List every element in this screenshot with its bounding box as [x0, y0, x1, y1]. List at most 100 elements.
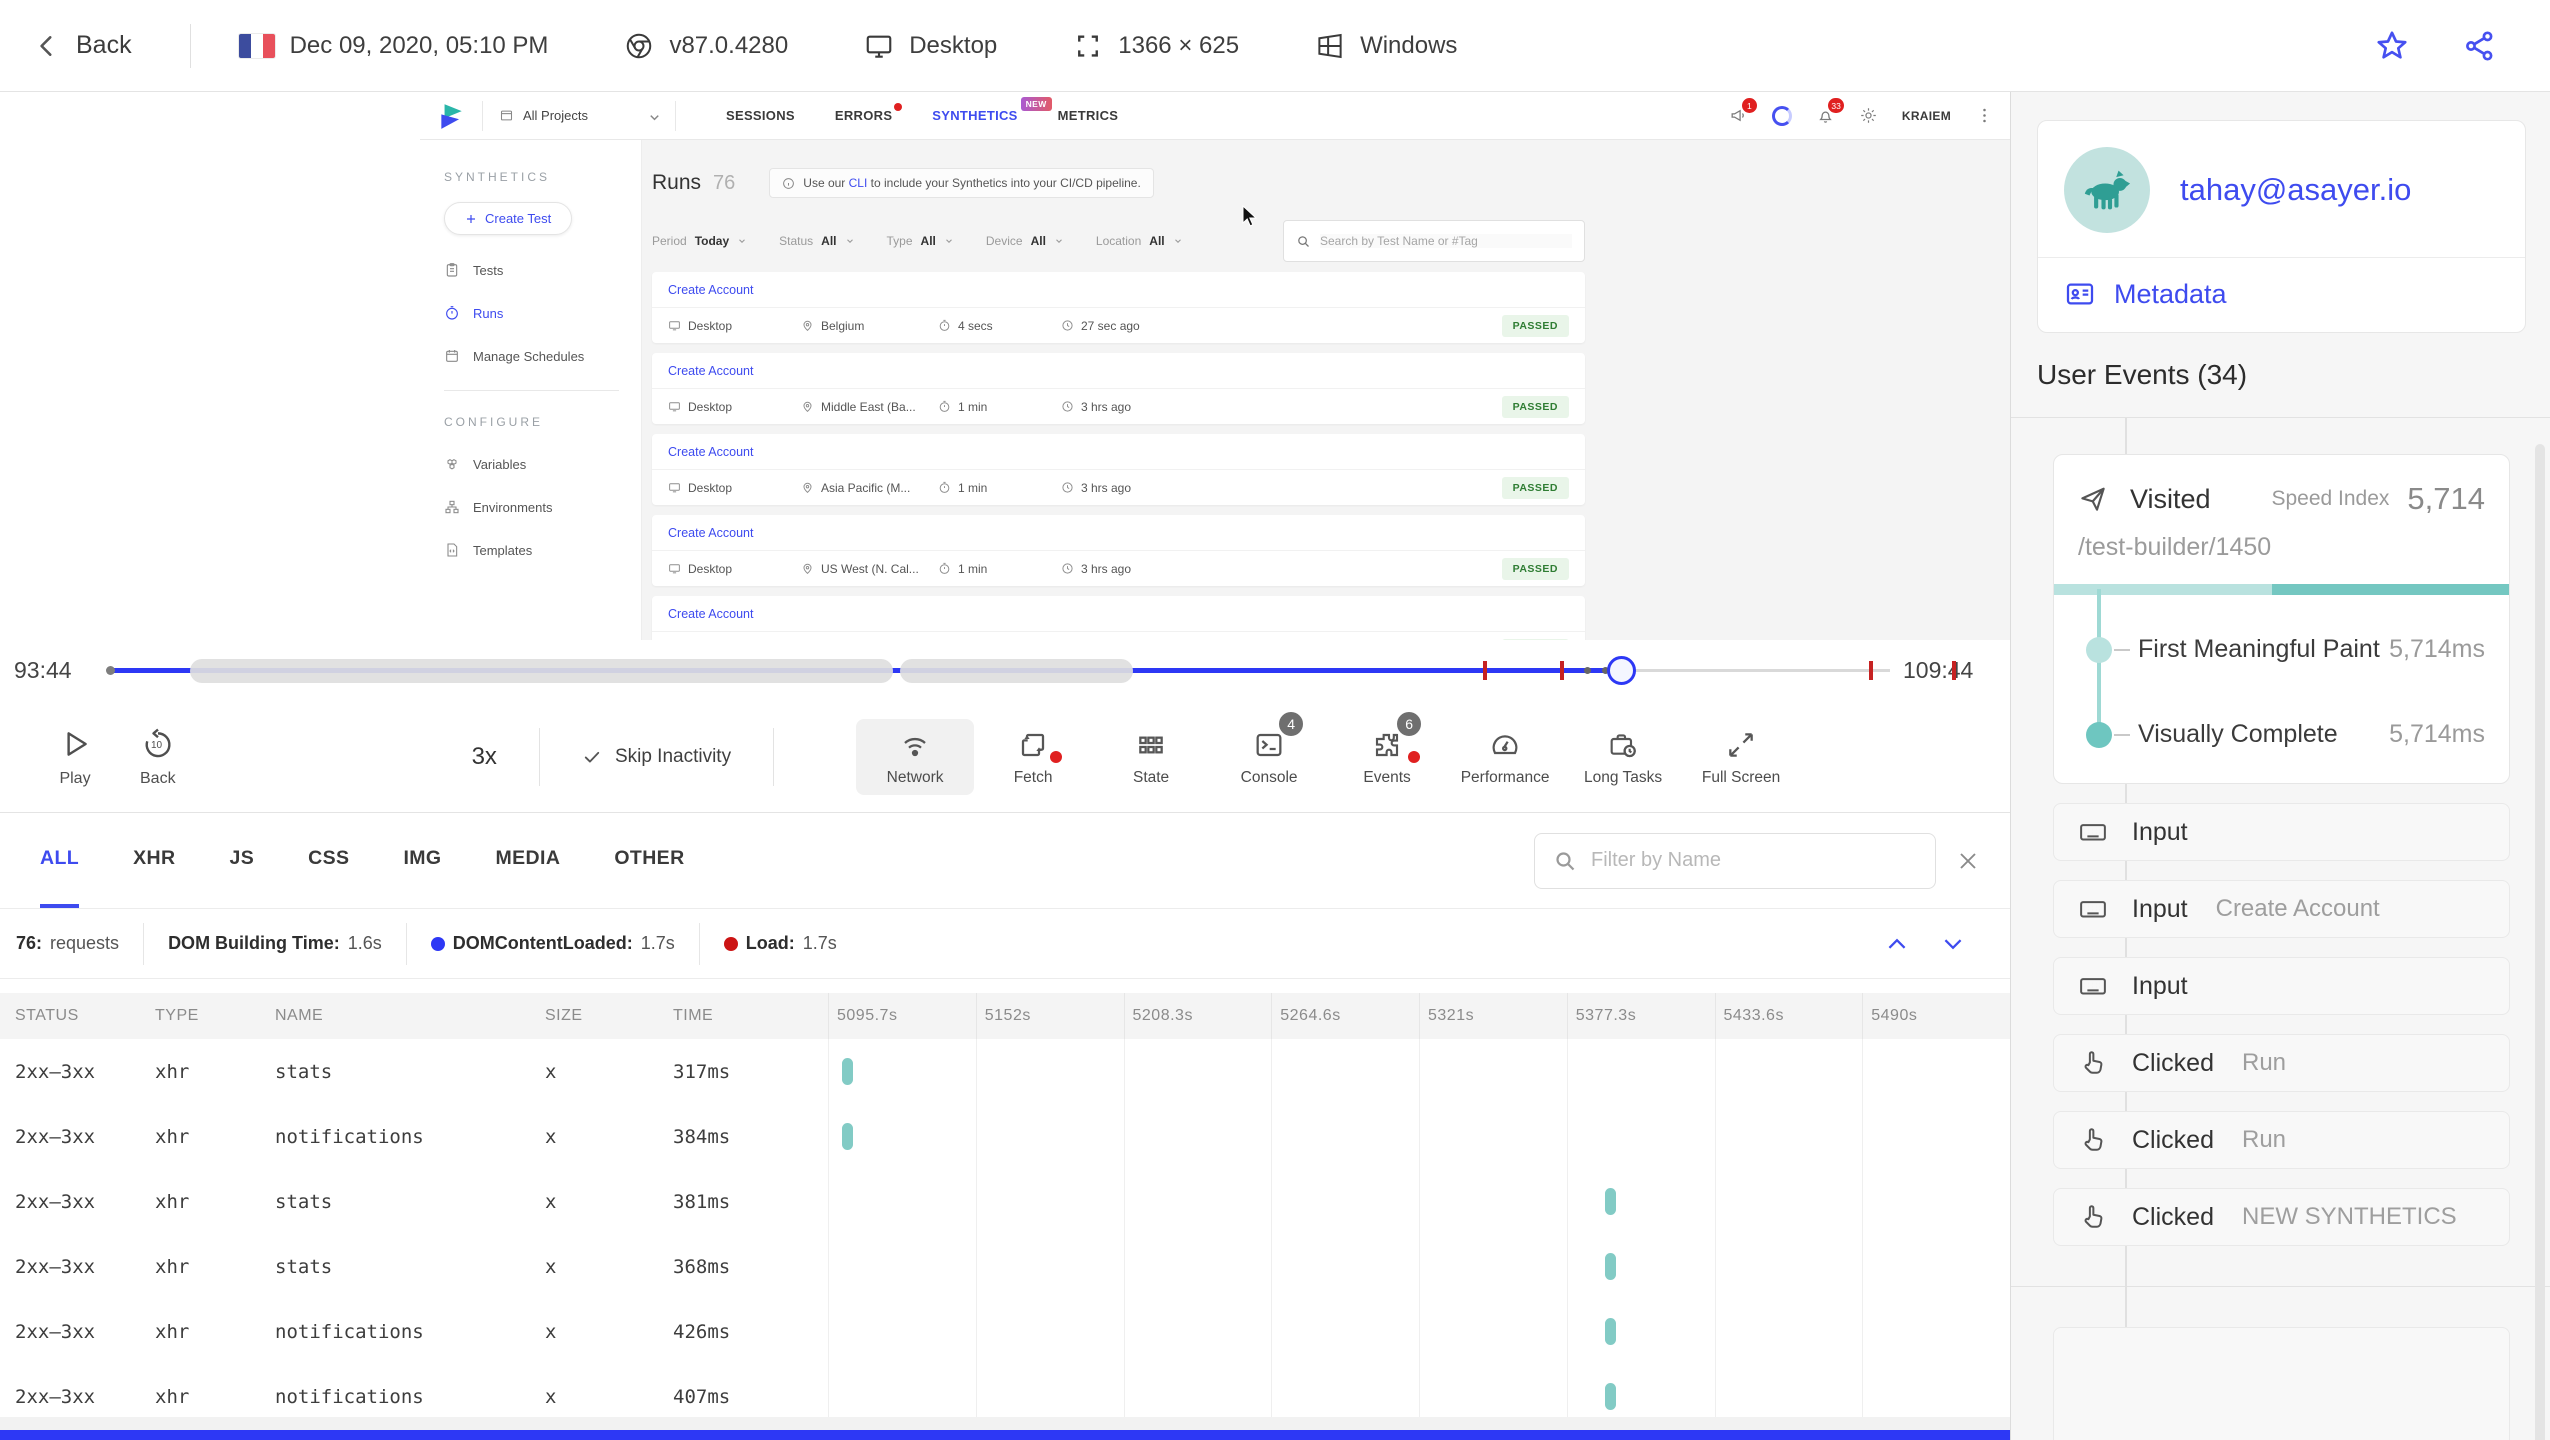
metadata-button[interactable]: Metadata [2038, 258, 2525, 332]
network-row[interactable]: 2xx–3xx xhr notifications x 384ms [0, 1104, 2010, 1169]
request-timing-mark [842, 1058, 853, 1085]
horizontal-scrollbar[interactable] [0, 1417, 2010, 1430]
network-row[interactable]: 2xx–3xx xhr stats x 381ms [0, 1169, 2010, 1234]
request-timing-mark [1604, 1253, 1616, 1280]
event-card-input[interactable]: Input [2053, 803, 2510, 861]
playhead-handle[interactable] [1607, 656, 1636, 685]
share-icon [2462, 28, 2498, 64]
chevron-left-icon [34, 33, 60, 59]
panel-button-state[interactable]: State [1092, 719, 1210, 795]
divider [189, 23, 191, 68]
clipboard-icon [444, 262, 460, 278]
metrics-connector-line [2097, 589, 2101, 739]
network-tab-js[interactable]: JS [229, 813, 254, 908]
screen-resolution: 1366 × 625 [1073, 31, 1239, 61]
time-col: 5095.7s [828, 993, 976, 1039]
event-card-clicked[interactable]: Clicked Run [2053, 1111, 2510, 1169]
visited-event-card[interactable]: Visited Speed Index 5,714 /test-builder/… [2053, 454, 2510, 784]
filter-by-name-input[interactable] [1534, 832, 1936, 889]
new-badge: NEW [1020, 97, 1052, 111]
panel-button-network[interactable]: Network [856, 719, 975, 795]
favorite-button[interactable] [2374, 28, 2410, 64]
panel-accent-bar [0, 1430, 2010, 1440]
panel-button-fetch[interactable]: Fetch [974, 719, 1092, 795]
runs-filters: Period Today Status All Type All Device All … [652, 220, 1585, 262]
tab-metrics: METRICS [1057, 108, 1119, 123]
events-section-divider [2011, 1286, 2550, 1287]
status-badge: PASSED [1501, 557, 1569, 580]
session-date: Dec 09, 2020, 05:10 PM [238, 31, 549, 60]
play-button[interactable]: Play [58, 727, 92, 788]
panel-button-console[interactable]: 4 Console [1210, 709, 1328, 795]
speed-toggle[interactable]: 3x [472, 743, 497, 771]
player-controls: Play 10 Back 3x Skip Inactivity Network … [0, 702, 2010, 812]
network-row[interactable]: 2xx–3xx xhr stats x 368ms [0, 1234, 2010, 1299]
clock-icon [1061, 481, 1074, 494]
user-email-link[interactable]: tahay@asayer.io [2180, 172, 2411, 208]
network-tab-img[interactable]: IMG [403, 813, 441, 908]
errors-notification-dot [894, 103, 903, 111]
run-name-link: Create Account [668, 445, 754, 459]
hexagons-icon [444, 456, 460, 472]
network-tab-other[interactable]: OTHER [614, 813, 684, 908]
run-card: Create Account Desktop Middle East (Ba..… [652, 353, 1585, 424]
current-time-label: 93:44 [14, 657, 72, 683]
stopwatch-icon [938, 481, 951, 494]
network-tab-all[interactable]: ALL [40, 813, 80, 908]
network-tab-css[interactable]: CSS [308, 813, 349, 908]
panel-button-events[interactable]: 6 Events [1328, 709, 1446, 795]
back-10-button[interactable]: 10 Back [140, 727, 176, 788]
panel-scrollbar[interactable] [2535, 444, 2545, 1440]
player-timeline[interactable]: 93:44 109:44 [0, 640, 2010, 702]
device-type-label: Desktop [909, 31, 998, 59]
event-card-input[interactable]: Input [2053, 957, 2510, 1015]
stopwatch-icon [938, 400, 951, 413]
filter-location: Location All [1096, 234, 1183, 248]
runs-search-input [1283, 220, 1585, 262]
dom-building-time: DOM Building Time: 1.6s [168, 933, 382, 953]
panel-button-long-tasks[interactable]: Long Tasks [1564, 719, 1682, 795]
status-badge: PASSED [1501, 395, 1569, 418]
run-name-link: Create Account [668, 607, 754, 621]
map-pin-icon [801, 319, 814, 332]
network-tab-xhr[interactable]: XHR [133, 813, 175, 908]
back-button[interactable]: Back [34, 31, 132, 60]
jump-next-icon[interactable] [1940, 931, 1966, 957]
dom-content-loaded: DOMContentLoaded: 1.7s [430, 933, 675, 954]
share-button[interactable] [2462, 28, 2498, 64]
load-time: Load: 1.7s [723, 933, 837, 954]
time-col: 5264.6s [1271, 993, 1419, 1039]
event-dot [1584, 667, 1591, 674]
tab-errors: ERRORS [835, 103, 903, 123]
back-label: Back [76, 31, 132, 59]
network-row[interactable]: 2xx–3xx xhr notifications x 426ms [0, 1299, 2010, 1364]
event-card-input[interactable]: Input Create Account [2053, 880, 2510, 938]
network-tab-media[interactable]: MEDIA [495, 813, 560, 908]
network-row[interactable]: 2xx–3xx xhr stats x 317ms [0, 1039, 2010, 1104]
filter-status: Status All [779, 234, 854, 248]
time-col: 5321s [1419, 993, 1567, 1039]
filter-type: Type All [887, 234, 954, 248]
session-date-label: Dec 09, 2020, 05:10 PM [289, 31, 549, 59]
panel-button-performance[interactable]: Performance [1446, 719, 1564, 795]
run-name-link: Create Account [668, 364, 754, 378]
event-card-clicked[interactable]: Clicked NEW SYNTHETICS [2053, 1188, 2510, 1246]
error-marker [1952, 661, 1956, 680]
sidebar-item-tests: Tests [444, 262, 619, 278]
stopwatch-icon [444, 305, 460, 321]
search-icon [1296, 234, 1311, 249]
hand-pointer-icon [2078, 1048, 2108, 1078]
keyboard-icon [2078, 971, 2108, 1001]
panel-button-full-screen[interactable]: Full Screen [1682, 719, 1800, 795]
info-icon [782, 177, 795, 190]
close-panel-icon[interactable] [1956, 849, 1980, 873]
windows-icon [1315, 31, 1345, 61]
create-test-button: Create Test [444, 202, 573, 235]
filter-device: Device All [986, 234, 1064, 248]
tab-synthetics: SYNTHETICS NEW [932, 97, 1052, 123]
event-card-clicked[interactable]: Clicked Run [2053, 1034, 2510, 1092]
col-time: TIME [673, 1007, 714, 1024]
asayer-logo-icon [436, 101, 466, 131]
jump-previous-icon[interactable] [1884, 931, 1910, 957]
skip-inactivity-toggle[interactable]: Skip Inactivity [582, 746, 731, 768]
